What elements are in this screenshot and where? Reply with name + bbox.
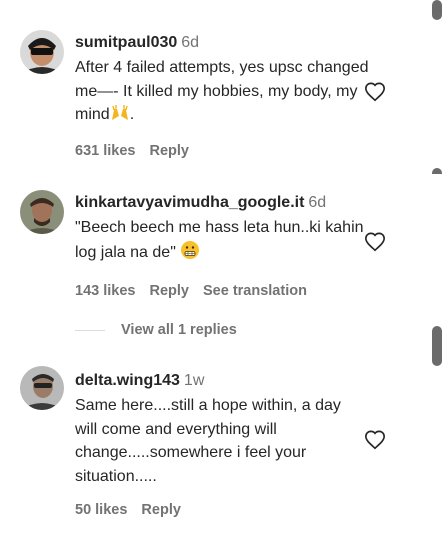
reply-button[interactable]: Reply [149,143,189,159]
comment-text: After 4 failed attempts, yes upsc change… [75,56,375,130]
reply-button[interactable]: Reply [141,502,181,518]
heart-icon[interactable] [364,81,386,103]
comment-text: Same here....still a hope within, a day … [75,397,341,485]
heart-icon[interactable] [364,231,386,253]
like-count: 143 likes [75,283,136,299]
like-count: 631 likes [75,142,136,159]
replies-divider [75,329,105,331]
avatar[interactable] [20,30,64,74]
like-count: 50 likes [75,502,128,518]
scrollbar-thumb[interactable] [432,326,442,366]
grimacing-emoji-icon [180,240,200,268]
avatar[interactable] [20,190,64,234]
username[interactable]: kinkartavyavimudha_google.it [75,194,304,211]
heart-icon[interactable] [364,429,386,451]
reply-button[interactable]: Reply [149,283,189,299]
avatar[interactable] [20,366,64,410]
timestamp[interactable]: 6d [308,194,326,211]
username[interactable]: delta.wing143 [75,372,180,389]
username[interactable]: sumitpaul030 [75,34,177,51]
comment-item: sumitpaul030 6d After 4 failed attempts, … [0,28,430,168]
comment-item: kinkartavyavimudha_google.it 6d "Beech be… [0,188,430,308]
timestamp[interactable]: 1w [184,372,204,389]
scrollbar-thumb-mid[interactable] [432,168,442,174]
see-translation-button[interactable]: See translation [203,283,307,299]
view-replies-label[interactable]: View all 1 replies [121,322,237,338]
scrollbar-thumb-top[interactable] [432,0,442,20]
comment-text: "Beech beech me hass leta hun..ki kahin … [75,216,375,267]
view-replies-button[interactable]: View all 1 replies [75,322,237,338]
timestamp[interactable]: 6d [181,34,199,51]
comment-item: delta.wing143 1w Same here....still a hop… [0,366,430,536]
raised-hands-emoji-icon [110,104,130,130]
